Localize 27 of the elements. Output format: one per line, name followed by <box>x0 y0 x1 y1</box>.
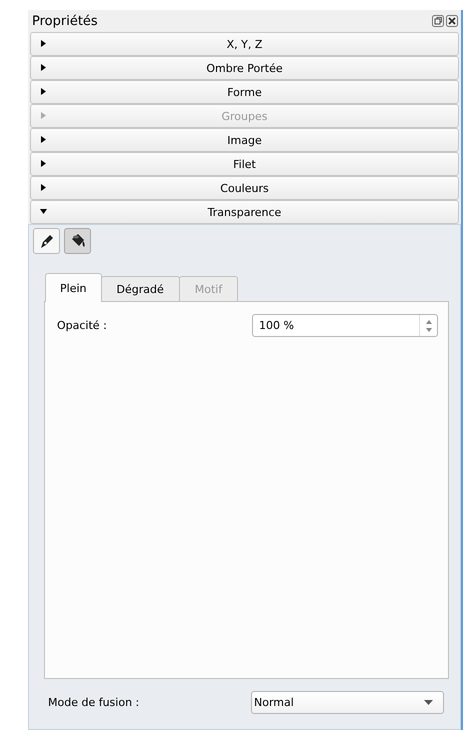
caret-right-icon <box>40 112 47 119</box>
section-header[interactable]: Image <box>30 128 459 152</box>
caret-right-icon <box>40 184 47 191</box>
close-icon[interactable] <box>446 15 458 27</box>
tab[interactable]: Dégradé <box>100 276 180 301</box>
section-header[interactable]: Ombre Portée <box>30 56 459 80</box>
caret-right-icon <box>40 136 47 143</box>
caret-down-icon <box>40 208 47 215</box>
section-header[interactable]: X, Y, Z <box>30 32 459 56</box>
pen-tool-button[interactable] <box>33 228 60 254</box>
caret-right-icon <box>40 160 47 167</box>
caret-right-icon <box>40 40 47 47</box>
opacity-spinbox[interactable]: 100 % <box>252 314 438 337</box>
caret-right-icon <box>40 64 47 71</box>
section-header[interactable]: Transparence <box>30 200 459 224</box>
section-header[interactable]: Forme <box>30 80 459 104</box>
opacity-label: Opacité : <box>57 319 107 332</box>
blend-mode-label: Mode de fusion : <box>48 696 140 709</box>
section-header[interactable]: Filet <box>30 152 459 176</box>
caret-right-icon <box>40 88 47 95</box>
fill-tool-button[interactable] <box>64 228 91 254</box>
dropdown-caret-icon[interactable] <box>424 700 433 705</box>
panel-title: Propriétés <box>32 14 98 28</box>
blend-mode-dropdown[interactable]: Normal <box>251 691 444 714</box>
section-header[interactable]: Couleurs <box>30 176 459 200</box>
float-icon[interactable] <box>432 15 444 27</box>
tab[interactable]: Plein <box>45 273 102 302</box>
